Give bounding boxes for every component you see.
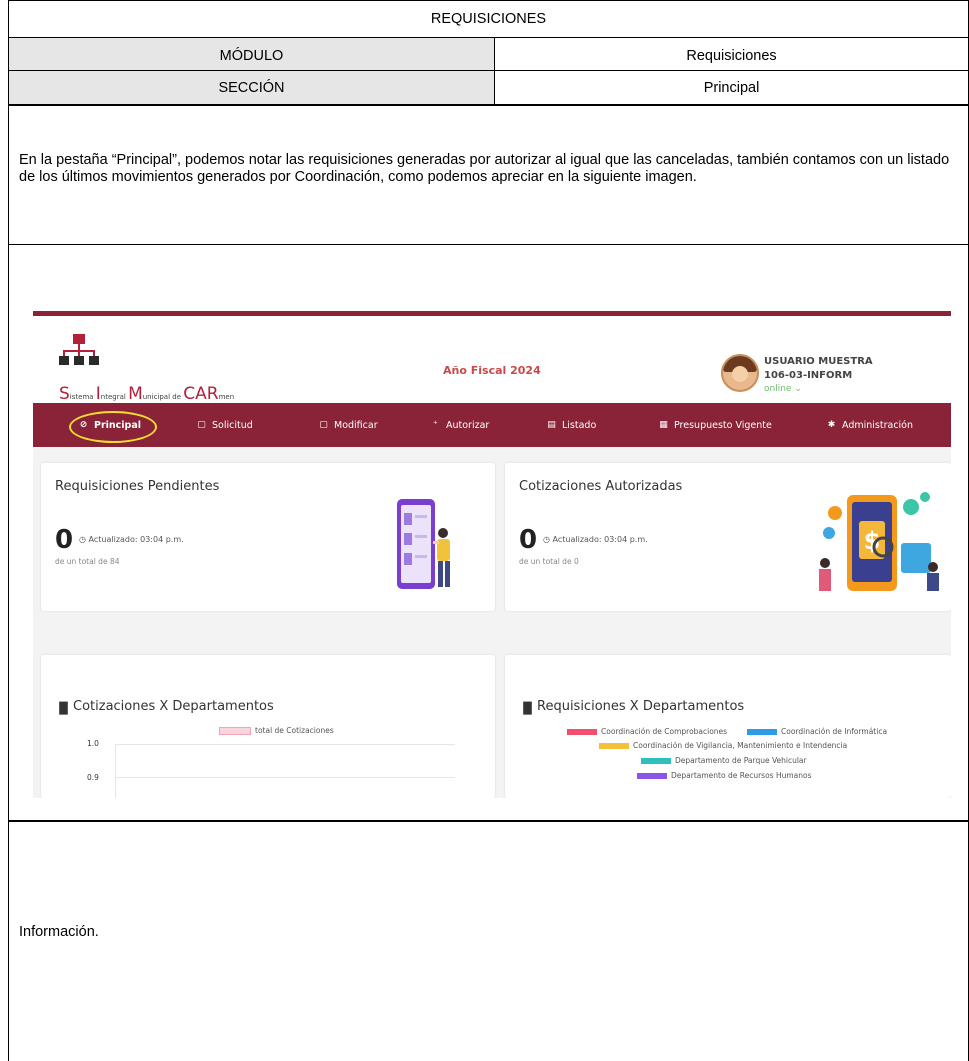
- pending-count: 0: [55, 525, 74, 555]
- legend-item[interactable]: Coordinación de Comprobaciones: [567, 727, 727, 736]
- document-icon: ▢: [319, 419, 328, 430]
- legend-item[interactable]: total de Cotizaciones: [219, 726, 334, 735]
- y-axis-line: [115, 744, 116, 798]
- seccion-label: SECCIÓN: [9, 71, 495, 104]
- user-code: 106-03-INFORM: [764, 370, 853, 381]
- legend-item[interactable]: Departamento de Parque Vehicular: [641, 756, 807, 765]
- app-header: Sistema Integral Municipal de CARmen Año…: [33, 316, 951, 404]
- legend-label: Coordinación de Informática: [781, 727, 888, 736]
- legend-swatch: [637, 772, 667, 779]
- user-status-dropdown[interactable]: online ⌄: [764, 384, 802, 394]
- card-requisiciones-pendientes: Requisiciones Pendientes 0 ◷ Actualizado…: [41, 463, 495, 611]
- cotizaciones-total: de un total de 0: [519, 557, 579, 566]
- description-section: En la pestaña “Principal”, podemos notar…: [8, 104, 969, 244]
- legend-swatch: [567, 728, 597, 735]
- seccion-value: Principal: [495, 71, 968, 104]
- legend-label: Coordinación de Comprobaciones: [601, 727, 728, 736]
- money-phone-illustration-icon: $: [819, 492, 939, 591]
- card-chart-cotizaciones: ▐▌ Cotizaciones X Departamentos total de…: [41, 655, 495, 798]
- nav-item-autorizar[interactable]: ⁺ Autorizar: [431, 403, 489, 447]
- nav-item-solicitud[interactable]: ▢ Solicitud: [197, 403, 253, 447]
- updated-time: ◷ Actualizado: 03:04 p.m.: [543, 535, 648, 544]
- modulo-value: Requisiciones: [495, 38, 968, 74]
- user-plus-icon: ⁺: [433, 419, 438, 430]
- bar-chart-icon: ▐▌: [519, 702, 536, 715]
- y-tick-label: 0.9: [87, 773, 99, 782]
- card-title: Cotizaciones Autorizadas: [519, 479, 683, 494]
- fiscal-year: Año Fiscal 2024: [443, 364, 541, 377]
- phone-illustration-icon: [397, 499, 450, 589]
- nav-item-modificar[interactable]: ▢ Modificar: [319, 403, 377, 447]
- y-tick-label: 1.0: [87, 739, 99, 748]
- card-title: Requisiciones Pendientes: [55, 479, 220, 494]
- legend-swatch: [641, 757, 671, 764]
- nav-item-listado[interactable]: ▤ Listado: [547, 403, 596, 447]
- gridline: [115, 744, 455, 745]
- nav-item-presupuesto[interactable]: ▦ Presupuesto Vigente: [659, 403, 772, 447]
- gear-icon: ✱: [827, 419, 836, 430]
- info-text: Información.: [19, 924, 99, 940]
- legend-label: Departamento de Parque Vehicular: [675, 756, 807, 765]
- card-cotizaciones-autorizadas: Cotizaciones Autorizadas 0 ◷ Actualizado…: [505, 463, 951, 611]
- pending-total: de un total de 84: [55, 557, 120, 566]
- modulo-row: MÓDULO Requisiciones: [8, 37, 969, 74]
- document-title: REQUISICIONES: [8, 0, 969, 37]
- legend-item[interactable]: Coordinación de Informática: [747, 727, 887, 736]
- clock-icon: ◷: [543, 535, 553, 544]
- legend-label: Departamento de Recursos Humanos: [671, 771, 812, 780]
- info-section: Información.: [8, 820, 969, 1061]
- app-logo-text: Sistema Integral Municipal de CARmen: [59, 384, 235, 404]
- legend-label: Coordinación de Vigilancia, Mantenimient…: [633, 741, 848, 750]
- legend-swatch: [219, 726, 251, 735]
- updated-time: ◷ Actualizado: 03:04 p.m.: [79, 535, 184, 544]
- modulo-label: MÓDULO: [9, 38, 495, 74]
- avatar[interactable]: [721, 354, 759, 392]
- bar-chart-icon: ▐▌: [55, 702, 72, 715]
- main-nav: ⊘ Principal ▢ Solicitud ▢ Modificar ⁺ Autori…: [33, 403, 951, 447]
- clock-icon: ◷: [79, 535, 89, 544]
- legend-item[interactable]: Departamento de Recursos Humanos: [637, 771, 812, 780]
- chart-title: Cotizaciones X Departamentos: [73, 699, 274, 714]
- nav-item-administracion[interactable]: ✱ Administración: [827, 403, 913, 447]
- description-text: En la pestaña “Principal”, podemos notar…: [19, 152, 950, 185]
- legend-swatch: [747, 728, 777, 735]
- card-chart-requisiciones: ▐▌ Requisiciones X Departamentos Coordin…: [505, 655, 951, 798]
- screenshot-section: Sistema Integral Municipal de CARmen Año…: [8, 244, 969, 820]
- user-name: USUARIO MUESTRA: [764, 356, 873, 367]
- gridline: [115, 777, 455, 778]
- legend-item[interactable]: Coordinación de Vigilancia, Mantenimient…: [599, 741, 847, 750]
- list-icon: ▤: [547, 419, 556, 430]
- document-icon: ▢: [197, 419, 206, 430]
- app-screenshot: Sistema Integral Municipal de CARmen Año…: [33, 311, 951, 798]
- legend-label: total de Cotizaciones: [255, 726, 334, 735]
- cotizaciones-count: 0: [519, 525, 538, 555]
- highlight-circle: [69, 411, 157, 443]
- seccion-row: SECCIÓN Principal: [8, 70, 969, 104]
- chart-title: Requisiciones X Departamentos: [537, 699, 745, 714]
- org-chart-icon: [59, 334, 99, 365]
- legend-swatch: [599, 742, 629, 749]
- table-icon: ▦: [659, 419, 668, 430]
